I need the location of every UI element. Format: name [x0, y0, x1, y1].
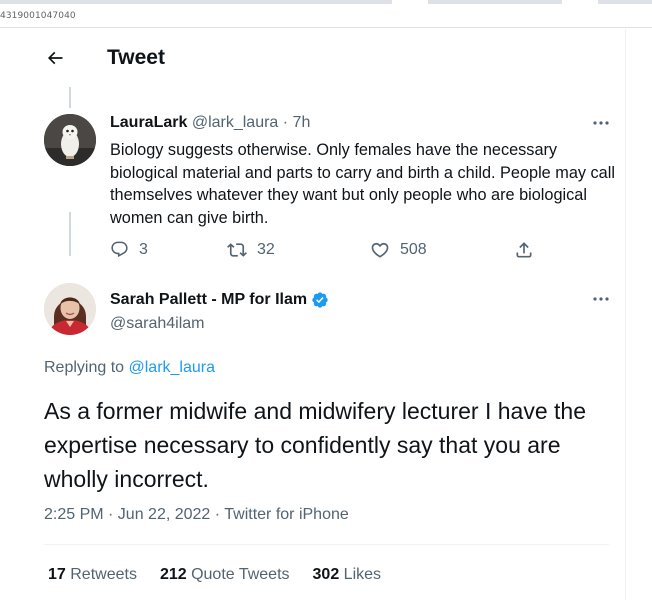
quote-tweets-count: 212 [159, 566, 187, 583]
retweet-count: 32 [257, 241, 275, 258]
reply-count: 3 [139, 240, 148, 258]
more-horizontal-icon [593, 121, 609, 125]
author-handle[interactable]: @lark_laura [192, 114, 279, 131]
quote-tweets-stat[interactable]: 212 Quote Tweets [160, 566, 290, 584]
arrow-left-icon [47, 51, 63, 65]
likes-label: Likes [339, 566, 382, 583]
avatar[interactable] [44, 114, 96, 166]
divider [44, 544, 609, 545]
reply-icon [111, 241, 128, 258]
browser-address-strip: 4319001047040 [0, 0, 652, 28]
scrollbar-gutter[interactable] [627, 29, 652, 600]
retweet-icon [227, 243, 247, 257]
tweet-stats: 17 Retweets 212 Quote Tweets 302 Likes [48, 566, 381, 584]
browser-tab-gap [392, 0, 428, 4]
profile-photo-image [44, 283, 96, 335]
page-title: Tweet [107, 46, 165, 69]
meta-separator: · [278, 114, 293, 131]
url-text[interactable]: 4319001047040 [0, 11, 76, 21]
quote-tweets-label: Quote Tweets [186, 566, 290, 583]
tweet-time[interactable]: 7h [293, 114, 311, 131]
parent-tweet-author: LauraLark @lark_laura · 7h [110, 114, 310, 132]
thread-connector-top [69, 87, 71, 108]
retweets-stat[interactable]: 17 Retweets [48, 566, 137, 584]
share-button[interactable] [514, 240, 534, 260]
like-count: 508 [400, 241, 427, 258]
reply-button[interactable]: 3 [110, 240, 148, 259]
author-name[interactable]: Sarah Pallett - MP for Ilam [110, 291, 307, 309]
thread-connector [69, 212, 71, 256]
parent-tweet-actions: 3 32 508 [110, 240, 570, 262]
verified-badge-icon [312, 292, 328, 308]
retweets-count: 17 [48, 566, 66, 583]
replying-to: Replying to @lark_laura [44, 359, 215, 377]
replying-to-mention[interactable]: @lark_laura [129, 359, 216, 376]
retweet-button[interactable]: 32 [227, 240, 275, 260]
back-button[interactable] [40, 43, 70, 73]
owl-avatar-image [44, 114, 96, 166]
author-handle[interactable]: @sarah4ilam [110, 315, 205, 333]
likes-stat[interactable]: 302 Likes [313, 566, 382, 584]
more-options-button[interactable] [590, 117, 612, 133]
more-options-button[interactable] [590, 293, 612, 309]
likes-count: 302 [312, 566, 340, 583]
like-button[interactable]: 508 [370, 240, 427, 260]
replying-prefix: Replying to [44, 359, 129, 376]
tweet-timestamp[interactable]: 2:25 PM · Jun 22, 2022 · Twitter for iPh… [44, 506, 349, 524]
author-name[interactable]: LauraLark [110, 114, 187, 131]
retweets-label: Retweets [65, 566, 137, 583]
heart-icon [371, 242, 389, 258]
main-tweet-text: As a former midwife and midwifery lectur… [44, 398, 586, 492]
more-horizontal-icon [593, 297, 609, 301]
browser-tab-strip [0, 0, 652, 4]
tweet-column: Tweet LauraLark @lark_laura · 7h Biology… [0, 29, 626, 600]
browser-tab-gap [562, 0, 598, 4]
share-icon [516, 242, 532, 258]
page-header: Tweet [0, 29, 625, 84]
main-tweet-author: Sarah Pallett - MP for Ilam [110, 291, 329, 309]
avatar[interactable] [44, 283, 96, 335]
parent-tweet-text: Biology suggests otherwise. Only females… [110, 141, 615, 227]
